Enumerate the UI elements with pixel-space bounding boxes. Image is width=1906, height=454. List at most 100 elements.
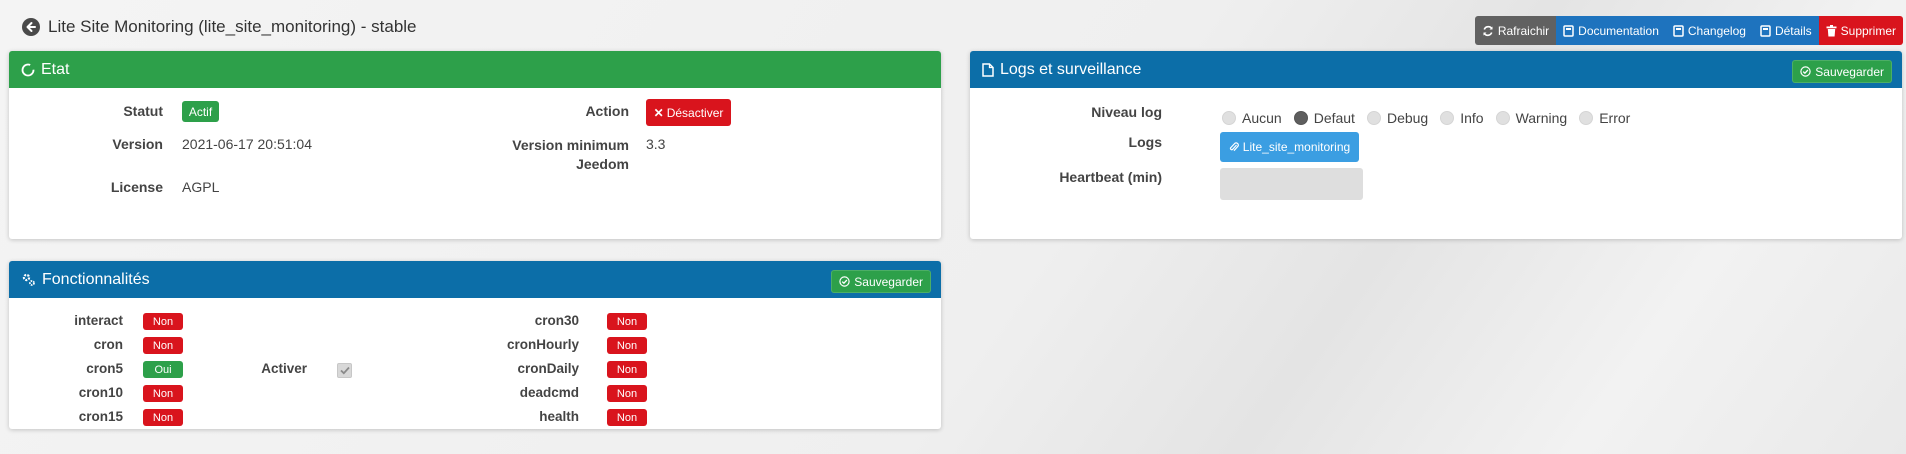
- radio-circle: [1222, 111, 1236, 125]
- open-log-label: Lite_site_monitoring: [1242, 140, 1351, 154]
- radio-warning[interactable]: Warning: [1495, 110, 1568, 126]
- radio-debug[interactable]: Debug: [1366, 110, 1429, 126]
- feature-badge-deadcmd: Non: [607, 385, 647, 402]
- fonctionnalites-title: Fonctionnalités: [42, 270, 150, 288]
- action-label: Action: [585, 103, 629, 119]
- open-log-button[interactable]: Lite_site_monitoring: [1220, 132, 1359, 162]
- feature-badge-interact: Non: [143, 313, 183, 330]
- feature-label-health: health: [539, 409, 579, 424]
- checkmark-icon: [339, 366, 350, 375]
- feature-label-interact: interact: [74, 313, 123, 328]
- radio-circle: [1495, 111, 1510, 125]
- page-header: Lite Site Monitoring (lite_site_monitori…: [22, 14, 417, 40]
- fonctionnalites-panel: Fonctionnalités Sauvegarder interact Non…: [9, 261, 941, 429]
- radio-label: Info: [1460, 110, 1484, 126]
- deactivate-label: Désactiver: [666, 105, 724, 120]
- etat-title: Etat: [41, 60, 70, 78]
- feature-badge-cron5: Oui: [143, 361, 183, 378]
- radio-circle-selected: [1293, 111, 1308, 125]
- logs-panel-header: Logs et surveillance Sauvegarder: [970, 51, 1902, 88]
- radio-label: Error: [1599, 110, 1631, 126]
- etat-panel: Etat Statut Actif Version 2021-06-17 20:…: [9, 51, 941, 239]
- details-label: Détails: [1774, 23, 1812, 38]
- logs-save-button[interactable]: Sauvegarder: [1792, 60, 1892, 83]
- file-icon: [982, 62, 994, 77]
- logs-save-label: Sauvegarder: [1815, 64, 1884, 79]
- logs-title: Logs et surveillance: [1000, 60, 1142, 78]
- back-arrow-icon[interactable]: [22, 18, 40, 36]
- radio-circle: [1366, 111, 1381, 125]
- radio-circle: [1579, 111, 1594, 125]
- activer-checkbox[interactable]: [337, 363, 352, 378]
- radio-label: Warning: [1515, 110, 1568, 126]
- license-label: License: [110, 179, 163, 195]
- statut-label: Statut: [123, 103, 163, 119]
- toolbar: Rafraichir Documentation Changelog Détai…: [1474, 16, 1903, 45]
- refresh-button[interactable]: Rafraichir: [1474, 16, 1557, 45]
- radio-label: Defaut: [1313, 110, 1355, 126]
- feature-badge-cron10: Non: [143, 385, 183, 402]
- heartbeat-input[interactable]: [1220, 168, 1363, 200]
- license-value: AGPL: [182, 179, 220, 195]
- feature-badge-cron15: Non: [143, 409, 183, 426]
- check-circle-icon: [839, 276, 850, 287]
- activer-label: Activer: [261, 361, 307, 376]
- details-button[interactable]: Détails: [1752, 16, 1819, 45]
- feature-label-cron30: cron30: [534, 313, 579, 328]
- cogs-icon: [22, 273, 35, 286]
- trash-icon: [1826, 24, 1837, 36]
- delete-label: Supprimer: [1840, 23, 1896, 38]
- statut-badge: Actif: [182, 101, 219, 122]
- feature-label-cron: cron: [93, 337, 123, 352]
- deactivate-button[interactable]: ✕ Désactiver: [646, 99, 731, 126]
- loading-circle-icon: [21, 63, 35, 76]
- delete-button[interactable]: Supprimer: [1818, 16, 1903, 45]
- feature-badge-cronhourly: Non: [607, 337, 647, 354]
- refresh-icon: [1483, 25, 1493, 36]
- logs-label: Logs: [1128, 134, 1162, 150]
- refresh-label: Rafraichir: [1497, 23, 1550, 38]
- feature-label-deadcmd: deadcmd: [519, 385, 579, 400]
- fonctionnalites-save-button[interactable]: Sauvegarder: [831, 270, 931, 293]
- logs-panel: Logs et surveillance Sauvegarder Niveau …: [970, 51, 1902, 239]
- paperclip-icon: [1229, 142, 1239, 152]
- documentation-label: Documentation: [1578, 23, 1659, 38]
- radio-circle: [1440, 111, 1455, 125]
- book-icon: [1760, 24, 1771, 37]
- min-version-label: Version minimum Jeedom: [512, 136, 629, 174]
- feature-badge-cron30: Non: [607, 313, 647, 330]
- radio-error[interactable]: Error: [1579, 110, 1630, 126]
- log-level-radio-group: Aucun Defaut Debug Info Warning Error: [1222, 110, 1642, 126]
- fonctionnalites-save-label: Sauvegarder: [854, 274, 923, 289]
- radio-label: Debug: [1386, 110, 1429, 126]
- feature-label-cron15: cron15: [78, 409, 123, 424]
- feature-label-cron10: cron10: [78, 385, 123, 400]
- changelog-label: Changelog: [1687, 23, 1746, 38]
- feature-badge-cron: Non: [143, 337, 183, 354]
- fonctionnalites-panel-header: Fonctionnalités Sauvegarder: [9, 261, 941, 298]
- feature-label-cronhourly: cronHourly: [506, 337, 579, 352]
- min-version-label-line2: Jeedom: [576, 156, 629, 172]
- radio-info[interactable]: Info: [1440, 110, 1484, 126]
- etat-panel-header: Etat: [9, 51, 941, 88]
- version-label: Version: [112, 136, 163, 152]
- close-icon: ✕: [653, 105, 664, 120]
- feature-badge-crondaily: Non: [607, 361, 647, 378]
- version-value: 2021-06-17 20:51:04: [182, 136, 312, 152]
- changelog-button[interactable]: Changelog: [1665, 16, 1753, 45]
- feature-label-crondaily: cronDaily: [517, 361, 579, 376]
- min-version-value: 3.3: [646, 136, 666, 152]
- radio-aucun[interactable]: Aucun: [1222, 110, 1282, 126]
- heartbeat-label: Heartbeat (min): [1059, 169, 1162, 185]
- min-version-label-line1: Version minimum: [512, 137, 629, 153]
- book-icon: [1563, 24, 1574, 37]
- documentation-button[interactable]: Documentation: [1556, 16, 1666, 45]
- feature-label-cron5: cron5: [86, 361, 123, 376]
- radio-label: Aucun: [1242, 110, 1282, 126]
- radio-defaut[interactable]: Defaut: [1293, 110, 1355, 126]
- niveau-log-label: Niveau log: [1091, 104, 1162, 120]
- feature-badge-health: Non: [607, 409, 647, 426]
- book-icon: [1673, 24, 1684, 37]
- page-title: Lite Site Monitoring (lite_site_monitori…: [48, 17, 417, 36]
- check-circle-icon: [1800, 66, 1811, 77]
